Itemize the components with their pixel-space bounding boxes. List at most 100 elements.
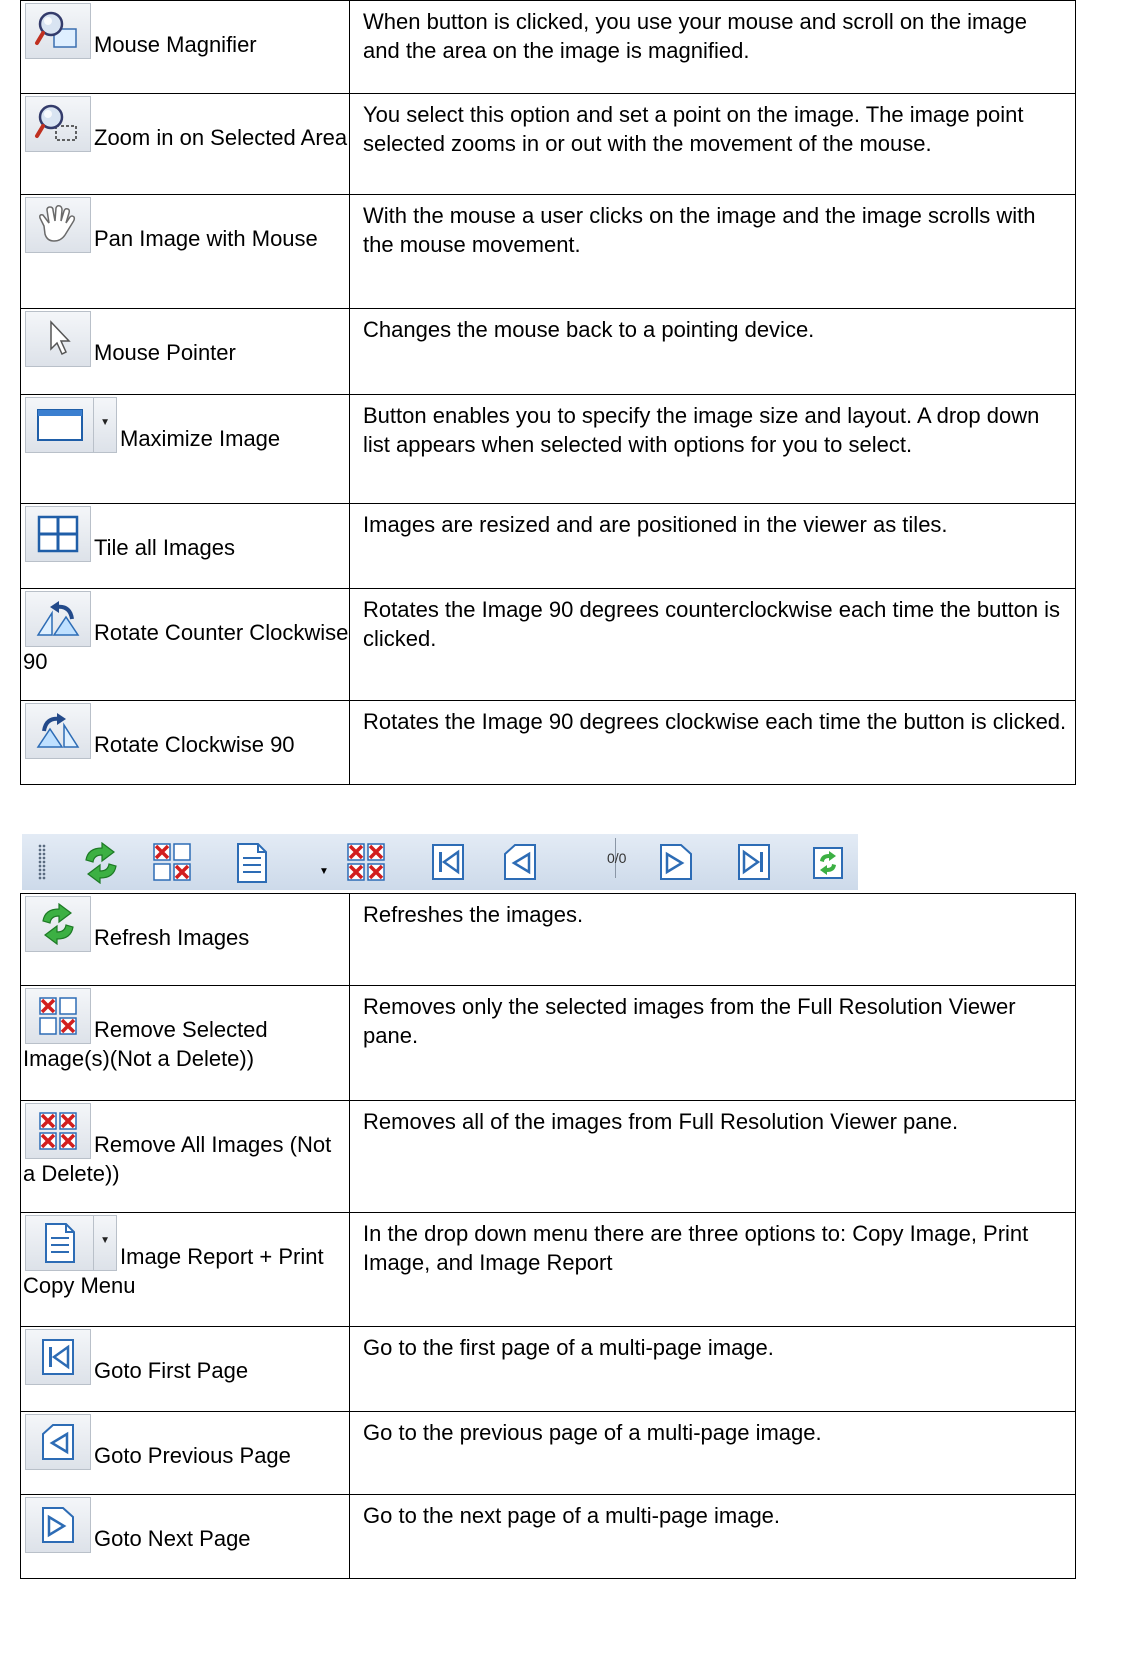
table-row: Remove Selected Image(s)(Not a Delete)) …	[20, 985, 1076, 1101]
next-page-button[interactable]	[25, 1497, 91, 1553]
tool-label-cell: Remove Selected Image(s)(Not a Delete))	[20, 985, 350, 1101]
report-icon[interactable]	[234, 842, 270, 884]
tool-label-cell: Goto First Page	[20, 1326, 350, 1412]
maximize-button[interactable]: ▼	[25, 397, 117, 453]
tile-button[interactable]	[25, 506, 91, 562]
rotate-ccw-button[interactable]	[25, 591, 91, 647]
tool-label: Tile all Images	[94, 535, 236, 560]
remove-all-icon	[39, 1112, 77, 1150]
table-row: Rotate Counter Clockwise 90 Rotates the …	[20, 588, 1076, 701]
tool-label: Goto Next Page	[94, 1526, 251, 1551]
tool-label-cell: Remove All Images (Not a Delete))	[20, 1100, 350, 1213]
tool-label-cell: Goto Next Page	[20, 1494, 350, 1579]
tool-label: Goto First Page	[94, 1358, 249, 1383]
first-page-icon[interactable]	[430, 842, 466, 882]
tool-label: Refresh Images	[94, 925, 250, 950]
tool-description: In the drop down menu there are three op…	[349, 1212, 1076, 1327]
table-row: Pan Image with Mouse With the mouse a us…	[20, 194, 1076, 309]
table-row: ▼ Image Report + Print Copy Menu In the …	[20, 1212, 1076, 1327]
tool-label: Mouse Magnifier	[94, 32, 257, 57]
previous-page-button[interactable]	[25, 1414, 91, 1470]
tool-label-cell: ▼ Image Report + Print Copy Menu	[20, 1212, 350, 1327]
next-page-icon	[42, 1507, 74, 1543]
image-toolbar: ▼ 0/0	[22, 834, 858, 890]
tool-description: Removes all of the images from Full Reso…	[349, 1100, 1076, 1213]
tool-description: With the mouse a user clicks on the imag…	[349, 194, 1076, 309]
table-row: Zoom in on Selected Area You select this…	[20, 93, 1076, 195]
tool-label: Pan Image with Mouse	[94, 226, 318, 251]
table-row: Remove All Images (Not a Delete)) Remove…	[20, 1100, 1076, 1213]
remove-all-icon[interactable]	[346, 842, 386, 882]
tool-label-cell: Mouse Pointer	[20, 308, 350, 395]
tool-label-cell: Tile all Images	[20, 503, 350, 589]
dropdown-separator	[93, 1216, 94, 1270]
tools-table-bottom: Refresh Images Refreshes the images. Rem…	[20, 893, 1076, 1579]
tool-label: Mouse Pointer	[94, 340, 236, 365]
remove-selected-button[interactable]	[25, 988, 91, 1044]
tool-description: Go to the next page of a multi-page imag…	[349, 1494, 1076, 1579]
refresh-button[interactable]	[25, 896, 91, 952]
remove-all-button[interactable]	[25, 1103, 91, 1159]
tool-description: Go to the first page of a multi-page ima…	[349, 1326, 1076, 1412]
chevron-down-icon[interactable]: ▼	[319, 866, 329, 877]
previous-page-icon[interactable]	[502, 842, 538, 882]
tool-label: Maximize Image	[120, 426, 281, 451]
tool-description: Images are resized and are positioned in…	[349, 503, 1076, 589]
next-page-icon[interactable]	[658, 842, 694, 882]
report-icon	[45, 1223, 75, 1263]
tool-label: Rotate Clockwise 90	[94, 732, 295, 757]
table-row: Refresh Images Refreshes the images.	[20, 893, 1076, 986]
tool-description: Refreshes the images.	[349, 893, 1076, 986]
rotate-cw-button[interactable]	[25, 703, 91, 759]
refresh-icon	[42, 903, 74, 945]
tool-label-cell: Goto Previous Page	[20, 1411, 350, 1495]
zoom-area-icon	[35, 104, 77, 141]
last-page-icon[interactable]	[736, 842, 772, 882]
tool-label-cell: Zoom in on Selected Area	[20, 93, 350, 195]
tools-table-top: Mouse Magnifier When button is clicked, …	[20, 0, 1076, 785]
tool-description: Go to the previous page of a multi-page …	[349, 1411, 1076, 1495]
magnifier-button[interactable]	[25, 3, 91, 59]
rotate-cw-icon	[36, 713, 80, 748]
remove-selected-icon	[39, 997, 77, 1035]
zoom-area-button[interactable]	[25, 96, 91, 152]
window-icon	[37, 409, 83, 441]
rotate-ccw-icon	[36, 601, 80, 636]
tool-description: Button enables you to specify the image …	[349, 394, 1076, 504]
magnifier-icon	[35, 11, 77, 48]
page-counter: 0/0	[607, 850, 627, 866]
tool-label-cell: Rotate Clockwise 90	[20, 700, 350, 785]
tool-description: Removes only the selected images from th…	[349, 985, 1076, 1101]
table-row: Goto First Page Go to the first page of …	[20, 1326, 1076, 1412]
tool-label-cell: Pan Image with Mouse	[20, 194, 350, 309]
table-row: ▼ Maximize Image Button enables you to s…	[20, 394, 1076, 504]
pointer-icon	[50, 320, 71, 356]
refresh-small-icon[interactable]	[812, 846, 844, 880]
tool-label-cell: Refresh Images	[20, 893, 350, 986]
tool-label-cell: ▼ Maximize Image	[20, 394, 350, 504]
tool-description: Rotates the Image 90 degrees countercloc…	[349, 588, 1076, 701]
toolbar-grip[interactable]	[38, 844, 46, 880]
tool-label: Goto Previous Page	[94, 1443, 291, 1468]
first-page-icon	[42, 1339, 74, 1375]
table-row: Rotate Clockwise 90 Rotates the Image 90…	[20, 700, 1076, 785]
first-page-button[interactable]	[25, 1329, 91, 1385]
remove-selected-icon[interactable]	[152, 842, 192, 882]
tool-description: You select this option and set a point o…	[349, 93, 1076, 195]
tool-label-cell: Mouse Magnifier	[20, 0, 350, 94]
hand-icon	[39, 205, 76, 242]
table-row: Goto Previous Page Go to the previous pa…	[20, 1411, 1076, 1495]
tool-label-cell: Rotate Counter Clockwise 90	[20, 588, 350, 701]
dropdown-separator	[93, 398, 94, 452]
table-row: Goto Next Page Go to the next page of a …	[20, 1494, 1076, 1579]
table-row: Mouse Magnifier When button is clicked, …	[20, 0, 1076, 94]
table-row: Tile all Images Images are resized and a…	[20, 503, 1076, 589]
refresh-icon[interactable]	[80, 842, 122, 884]
tool-description: When button is clicked, you use your mou…	[349, 0, 1076, 94]
pan-button[interactable]	[25, 197, 91, 253]
pointer-button[interactable]	[25, 311, 91, 367]
chevron-down-icon[interactable]: ▼	[100, 1236, 110, 1246]
report-button[interactable]: ▼	[25, 1215, 117, 1271]
chevron-down-icon[interactable]: ▼	[100, 418, 110, 428]
tool-description: Rotates the Image 90 degrees clockwise e…	[349, 700, 1076, 785]
